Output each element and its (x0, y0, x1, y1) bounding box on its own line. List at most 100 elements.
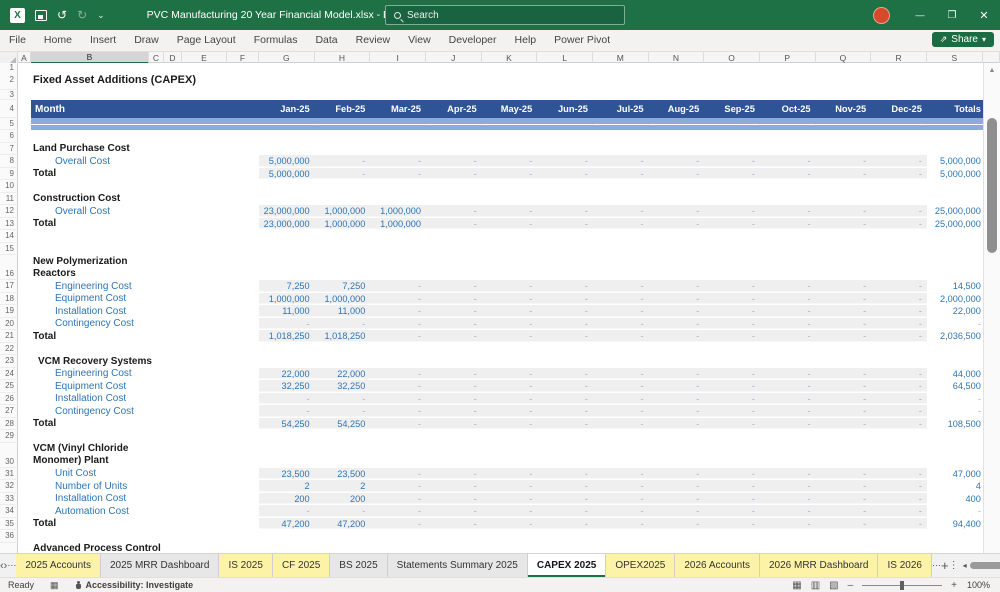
value-cell[interactable]: - (648, 292, 705, 305)
empty-cell[interactable] (816, 255, 872, 280)
value-cell[interactable]: - (481, 392, 538, 405)
row-number[interactable]: 27 (0, 405, 18, 418)
cell-col-a[interactable] (18, 393, 31, 406)
cell-col-a[interactable] (18, 305, 31, 318)
value-cell[interactable]: - (704, 492, 760, 505)
row-number[interactable]: 26 (0, 392, 18, 405)
month-header-label[interactable]: Month (31, 100, 259, 118)
value-cell[interactable]: - (537, 392, 593, 405)
empty-cell[interactable] (314, 118, 371, 130)
cell-col-a[interactable] (18, 430, 31, 443)
value-cell[interactable]: - (425, 167, 482, 180)
sheet-tab-is-2025[interactable]: IS 2025 (219, 554, 273, 577)
value-cell[interactable]: - (592, 417, 649, 430)
row-label[interactable] (31, 90, 259, 100)
month-column-header[interactable]: Sep-25 (704, 100, 760, 118)
value-cell[interactable]: - (871, 317, 927, 330)
value-cell[interactable]: - (370, 505, 426, 518)
empty-cell[interactable] (704, 243, 760, 256)
empty-cell[interactable] (816, 143, 872, 156)
empty-cell[interactable] (315, 130, 371, 143)
value-cell[interactable]: - (314, 167, 371, 180)
row-label[interactable]: Engineering Cost (31, 368, 259, 381)
empty-cell[interactable] (871, 255, 927, 280)
row-label[interactable] (31, 130, 259, 143)
cell-col-a[interactable] (18, 130, 31, 143)
cell-col-a[interactable] (18, 480, 31, 493)
empty-cell[interactable] (927, 530, 983, 543)
value-cell[interactable]: - (425, 292, 482, 305)
value-cell[interactable]: - (648, 417, 705, 430)
empty-cell[interactable] (370, 543, 426, 554)
zoom-slider[interactable] (862, 580, 943, 590)
ribbon-tab-help[interactable]: Help (506, 30, 546, 51)
row-number[interactable]: 20 (0, 317, 18, 330)
value-cell[interactable]: - (481, 517, 538, 530)
empty-cell[interactable] (593, 143, 649, 156)
value-cell[interactable]: - (370, 367, 426, 380)
total-cell[interactable]: 14,500 (927, 280, 983, 293)
value-cell[interactable]: 1,000,000 (314, 205, 371, 218)
value-cell[interactable]: - (259, 392, 315, 405)
row-label[interactable]: Equipment Cost (31, 293, 259, 306)
value-cell[interactable]: - (425, 367, 482, 380)
empty-cell[interactable] (370, 355, 426, 368)
empty-cell[interactable] (259, 530, 315, 543)
empty-cell[interactable] (649, 130, 705, 143)
row-number[interactable]: 34 (0, 505, 18, 518)
ribbon-tab-formulas[interactable]: Formulas (245, 30, 307, 51)
cell-col-a[interactable] (18, 380, 31, 393)
scroll-up-icon[interactable]: ▲ (984, 63, 1000, 77)
empty-cell[interactable] (593, 243, 649, 256)
value-cell[interactable]: 47,200 (314, 517, 371, 530)
sheet-tab-cf-2025[interactable]: CF 2025 (272, 554, 331, 577)
value-cell[interactable]: - (370, 280, 426, 293)
empty-cell[interactable] (537, 193, 593, 206)
row-number[interactable]: 11 (0, 192, 18, 205)
value-cell[interactable]: 1,018,250 (259, 330, 315, 343)
empty-cell[interactable] (315, 143, 371, 156)
empty-cell[interactable] (592, 118, 649, 130)
ribbon-tab-home[interactable]: Home (35, 30, 81, 51)
row-label[interactable]: Contingency Cost (31, 405, 259, 418)
accessibility-checker[interactable]: Accessibility: Investigate (67, 580, 202, 590)
value-cell[interactable]: - (871, 405, 927, 418)
value-cell[interactable]: - (425, 392, 482, 405)
empty-cell[interactable] (482, 443, 538, 468)
month-column-header[interactable]: Feb-25 (314, 100, 371, 118)
value-cell[interactable]: - (537, 292, 593, 305)
normal-view-icon[interactable]: ▦ (792, 580, 801, 591)
empty-cell[interactable] (426, 193, 482, 206)
cell-col-a[interactable] (18, 355, 31, 368)
value-cell[interactable]: - (704, 392, 760, 405)
row-number[interactable]: 35 (0, 517, 18, 530)
month-column-header[interactable]: Nov-25 (815, 100, 872, 118)
empty-cell[interactable] (649, 180, 705, 193)
empty-cell[interactable] (648, 118, 705, 130)
value-cell[interactable]: - (871, 205, 927, 218)
empty-cell[interactable] (760, 230, 816, 243)
row-label[interactable]: New Polymerization Reactors (31, 255, 259, 280)
value-cell[interactable]: - (481, 467, 538, 480)
empty-cell[interactable] (537, 255, 593, 280)
ribbon-tab-power-pivot[interactable]: Power Pivot (545, 30, 619, 51)
empty-cell[interactable] (537, 130, 593, 143)
sheet-tab-statements-summary-2025[interactable]: Statements Summary 2025 (387, 554, 528, 577)
value-cell[interactable]: - (815, 417, 872, 430)
empty-cell[interactable] (537, 230, 593, 243)
month-column-header[interactable]: May-25 (481, 100, 538, 118)
empty-cell[interactable] (426, 543, 482, 554)
total-cell[interactable]: 5,000,000 (927, 155, 983, 168)
empty-cell[interactable] (370, 118, 426, 130)
row-number[interactable]: 14 (0, 230, 18, 243)
total-cell[interactable]: 47,000 (927, 468, 983, 481)
empty-cell[interactable] (537, 443, 593, 468)
row-number[interactable]: 29 (0, 430, 18, 443)
value-cell[interactable]: 23,000,000 (259, 205, 315, 218)
sheet-tab-2026-accounts[interactable]: 2026 Accounts (675, 554, 760, 577)
value-cell[interactable]: - (537, 367, 593, 380)
value-cell[interactable]: - (648, 317, 705, 330)
value-cell[interactable]: - (592, 517, 649, 530)
row-number[interactable]: 13 (0, 217, 18, 230)
value-cell[interactable]: - (648, 480, 705, 493)
